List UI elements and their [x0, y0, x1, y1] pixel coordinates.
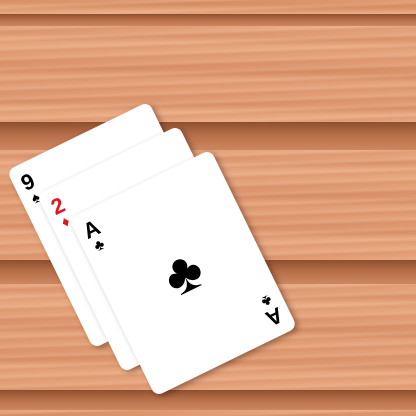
card-index-top: A ♣	[79, 214, 110, 256]
club-icon: ♣	[152, 236, 214, 309]
plank-gap	[0, 14, 416, 26]
card-index-top: 2 ♦	[47, 192, 75, 232]
card-table: 9 ♠ ♠ 2 ♦ ♦ A ♣ ♣ A ♣	[0, 0, 416, 416]
wood-plank	[0, 26, 416, 122]
plank-gap	[0, 390, 416, 410]
club-icon: ♣	[91, 235, 108, 256]
card-index-bottom: A ♣	[256, 290, 287, 332]
wood-plank	[0, 0, 416, 14]
wood-plank	[0, 410, 416, 416]
